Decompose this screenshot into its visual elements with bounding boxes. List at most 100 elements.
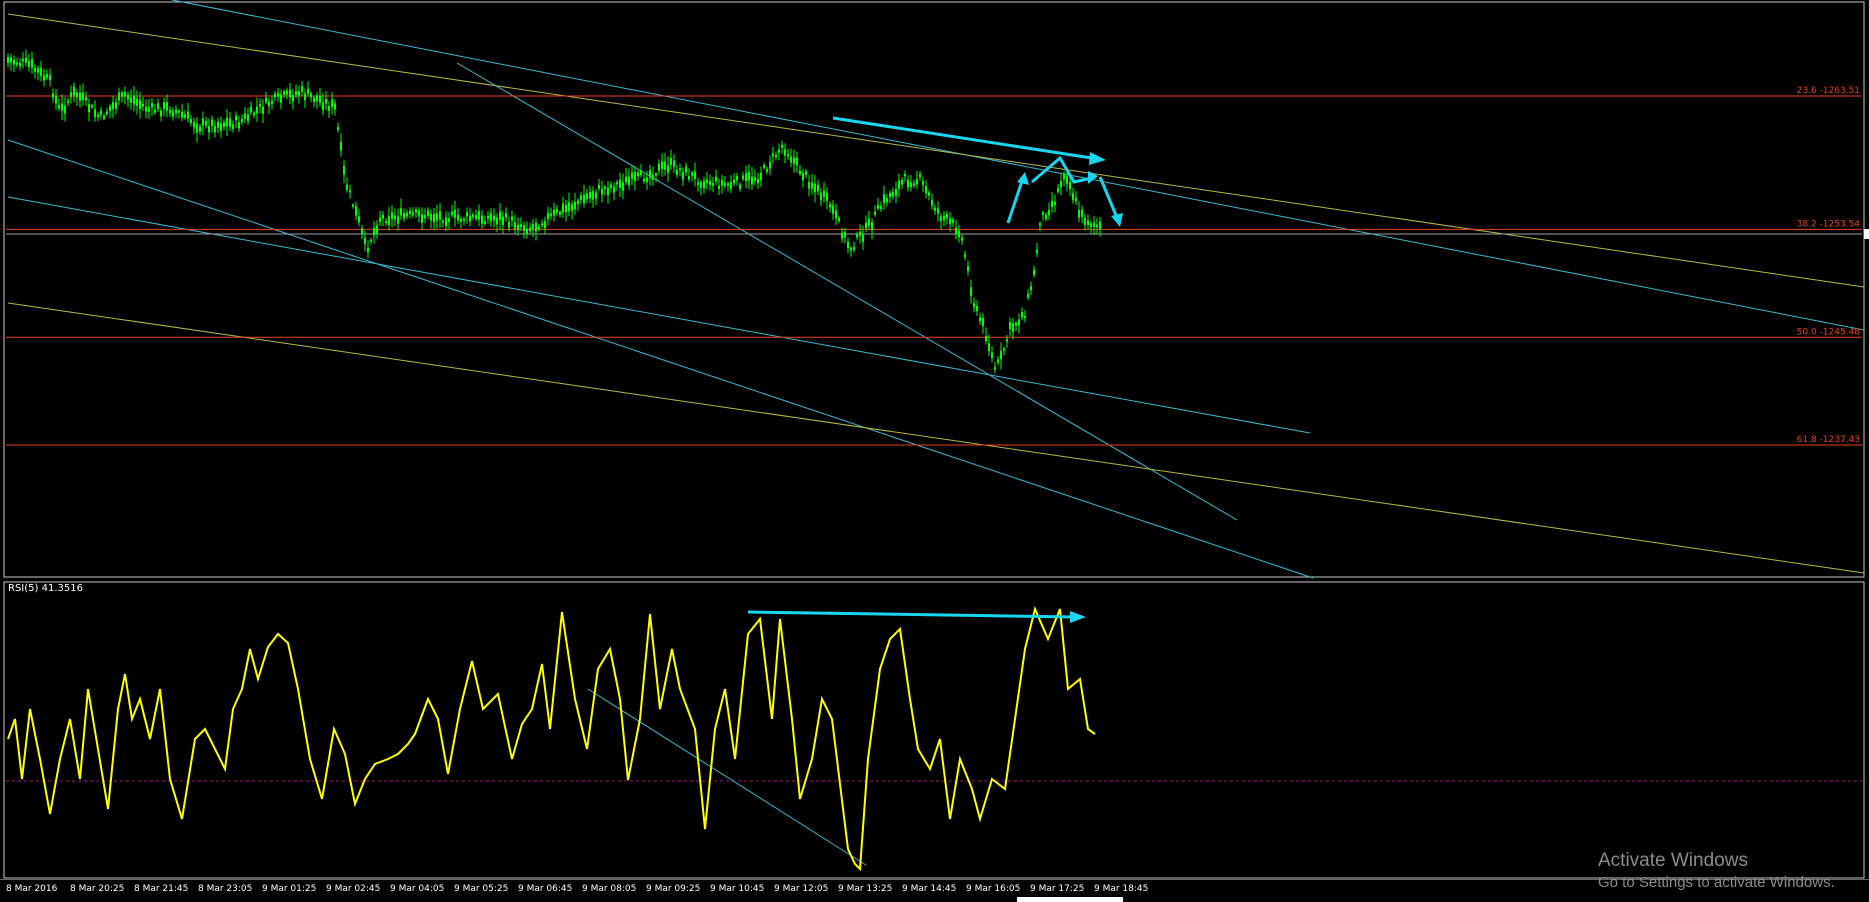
arrow-top-trend[interactable] — [832, 116, 1099, 161]
candle-body — [697, 182, 699, 185]
candle-body — [1030, 286, 1032, 291]
candle-body — [211, 119, 213, 126]
candle-body — [655, 173, 657, 176]
candle-body — [730, 182, 732, 190]
candle-body — [364, 238, 366, 245]
candle-body — [1096, 224, 1098, 228]
candle-body — [760, 172, 762, 181]
candle-body — [631, 172, 633, 179]
candle-body — [361, 228, 363, 234]
candle-body — [769, 161, 771, 169]
candle-body — [391, 212, 393, 220]
candle-body — [130, 97, 132, 103]
rsi-trendline[interactable] — [587, 688, 867, 866]
candle-body — [976, 306, 978, 312]
scroll-marker[interactable] — [1017, 897, 1123, 902]
candle-body — [370, 239, 372, 242]
candle-body — [16, 62, 18, 65]
candle-body — [1099, 221, 1101, 230]
candle-body — [256, 106, 258, 114]
candle-body — [268, 101, 270, 107]
time-axis-label: 9 Mar 10:45 — [710, 884, 764, 894]
candle-body — [721, 179, 723, 186]
arrow-pattern-up-1[interactable] — [1006, 177, 1025, 224]
candle-body — [1069, 181, 1071, 189]
candle-body — [34, 67, 36, 72]
candle-body — [436, 213, 438, 221]
trendline-yellow-upper[interactable] — [7, 13, 1865, 288]
arrow-pattern-zig[interactable] — [1031, 155, 1093, 184]
candle-body — [1075, 198, 1077, 202]
candle-body — [319, 95, 321, 103]
candle-body — [331, 99, 333, 107]
price-candles — [7, 49, 1101, 374]
candle-body — [385, 221, 387, 224]
candle-body — [151, 103, 153, 108]
rsi-divergence-arrow[interactable] — [747, 610, 1076, 619]
candle-body — [790, 156, 792, 163]
trendlines[interactable] — [7, 0, 1865, 579]
candle-body — [646, 177, 648, 183]
time-axis-label: 8 Mar 20:25 — [70, 884, 124, 894]
price-chart-panel[interactable]: 23.6 -1263.51 38.2 -1253.54 50.0 -1245.48 6… — [0, 0, 1869, 579]
candle-body — [1000, 350, 1002, 360]
candle-body — [37, 68, 39, 73]
candle-body — [241, 118, 243, 122]
candle-body — [61, 103, 63, 111]
rsi-panel-border — [3, 581, 1865, 879]
candle-body — [985, 335, 987, 341]
candle-body — [553, 209, 555, 216]
fib-level-label: 23.6 -1263.51 — [1797, 86, 1860, 96]
candle-body — [103, 115, 105, 119]
candle-body — [892, 191, 894, 197]
candle-body — [166, 102, 168, 111]
candle-body — [25, 57, 27, 63]
candle-body — [247, 114, 249, 121]
rsi-divergence-arrow-head — [1070, 611, 1086, 623]
candle-body — [934, 207, 936, 211]
rsi-indicator-panel[interactable] — [0, 579, 1869, 879]
candle-body — [745, 173, 747, 182]
candle-body — [859, 231, 861, 236]
arrow-top-trend-head — [1089, 152, 1106, 165]
candle-body — [484, 221, 486, 225]
candle-body — [1093, 222, 1095, 227]
candle-body — [523, 225, 525, 231]
time-axis: 8 Mar 2016 8 Mar 20:25 8 Mar 21:45 8 Mar 23… — [0, 879, 1869, 902]
candle-body — [577, 200, 579, 205]
trendline-cyan-channel-a[interactable] — [7, 139, 1314, 579]
candle-body — [589, 191, 591, 199]
candle-body — [112, 101, 114, 110]
candle-body — [325, 98, 327, 104]
time-axis-label: 9 Mar 12:05 — [774, 884, 828, 894]
candle-body — [373, 228, 375, 236]
time-axis-label: 9 Mar 06:45 — [518, 884, 572, 894]
candle-body — [931, 199, 933, 206]
time-axis-label: 9 Mar 09:25 — [646, 884, 700, 894]
candle-body — [322, 102, 324, 111]
candle-body — [526, 228, 528, 234]
candle-body — [736, 175, 738, 181]
candle-body — [679, 168, 681, 171]
candle-body — [949, 218, 951, 224]
candle-body — [619, 179, 621, 188]
candle-body — [115, 102, 117, 109]
candle-body — [556, 209, 558, 213]
candle-body — [202, 118, 204, 126]
candle-body — [706, 179, 708, 184]
candle-body — [10, 57, 12, 63]
arrow-pattern-down[interactable] — [1098, 176, 1120, 221]
candle-body — [478, 210, 480, 220]
candle-body — [502, 216, 504, 226]
candle-body — [787, 154, 789, 157]
time-axis-label: 9 Mar 14:45 — [902, 884, 956, 894]
candle-body — [751, 176, 753, 185]
candle-body — [1024, 315, 1026, 319]
candle-body — [412, 212, 414, 216]
candle-body — [187, 111, 189, 119]
candle-body — [634, 172, 636, 181]
rsi-title: RSI(5) 41.3516 — [8, 583, 83, 594]
candle-body — [487, 215, 489, 219]
candle-body — [337, 127, 339, 130]
candle-body — [142, 103, 144, 107]
